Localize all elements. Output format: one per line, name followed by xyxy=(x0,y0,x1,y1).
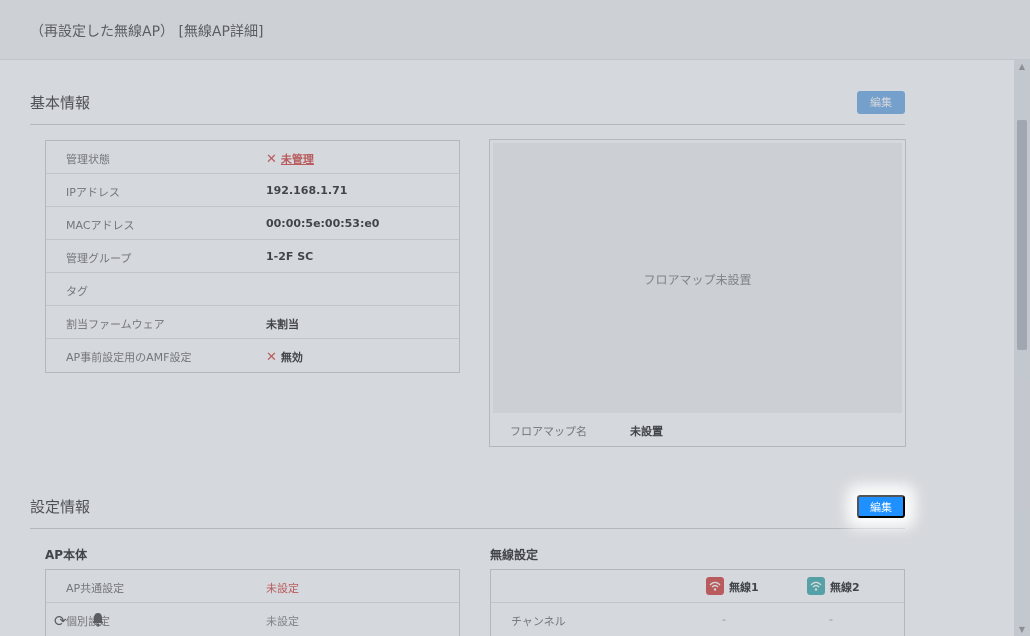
table-row: MACアドレス 00:00:5e:00:53:e0 xyxy=(46,207,459,240)
row-label: AP共通設定 xyxy=(66,582,125,595)
table-row: 管理グループ 1-2F SC xyxy=(46,240,459,273)
ap-body-title: AP本体 xyxy=(45,548,88,562)
wifi-icon xyxy=(807,577,825,595)
ip-address-value: 192.168.1.71 xyxy=(266,184,348,197)
management-group-value: 1-2F SC xyxy=(266,250,314,263)
table-row: AP共通設定 未設定 xyxy=(46,570,459,603)
ap-detail-page: （再設定した無線AP） [無線AP詳細] 基本情報 編集 管理状態 ✕ 未管理 I… xyxy=(0,0,1030,636)
settings-info-title: 設定情報 xyxy=(30,498,91,516)
x-mark-icon: ✕ xyxy=(266,152,277,167)
floormap-name-value: 未設置 xyxy=(630,425,663,438)
table-row: 管理状態 ✕ 未管理 xyxy=(46,141,459,174)
basic-info-table: 管理状態 ✕ 未管理 IPアドレス 192.168.1.71 MACアドレス 00… xyxy=(45,140,460,373)
section-divider xyxy=(30,124,905,125)
page-title: （再設定した無線AP） [無線AP詳細] xyxy=(30,24,264,40)
vertical-scrollbar[interactable]: ▲ ▼ xyxy=(1014,60,1030,636)
wifi-icon xyxy=(706,577,724,595)
table-row: AP事前設定用のAMF設定 ✕ 無効 xyxy=(46,339,459,372)
floormap-empty-text: フロアマップ未設置 xyxy=(643,273,752,287)
basic-info-edit-button[interactable]: 編集 xyxy=(857,91,905,114)
refresh-icon[interactable]: ⟳ xyxy=(54,612,67,630)
wireless-settings-title: 無線設定 xyxy=(490,548,539,562)
firmware-value: 未割当 xyxy=(266,318,299,331)
table-row: 割当ファームウェア 未割当 xyxy=(46,306,459,339)
floormap-panel: フロアマップ未設置 フロアマップ名 未設置 xyxy=(489,139,906,447)
ap-common-setting-value: 未設定 xyxy=(266,582,299,595)
scrollbar-thumb[interactable] xyxy=(1017,120,1027,350)
settings-info-edit-button[interactable]: 編集 xyxy=(857,495,905,518)
wireless-header-row: 無線1 無線2 xyxy=(491,570,904,603)
amf-setting-value: ✕ 無効 xyxy=(266,350,303,365)
floormap-name-label: フロアマップ名 xyxy=(510,425,587,438)
radio2-label: 無線2 xyxy=(830,581,860,594)
section-divider xyxy=(30,528,905,529)
radio1-label: 無線1 xyxy=(729,581,759,594)
x-mark-icon: ✕ xyxy=(266,350,277,365)
page-header: （再設定した無線AP） [無線AP詳細] xyxy=(0,0,1030,60)
table-row: タグ xyxy=(46,273,459,306)
scroll-down-icon[interactable]: ▼ xyxy=(1017,625,1027,634)
floormap-area: フロアマップ未設置 xyxy=(493,143,902,413)
row-label: AP事前設定用のAMF設定 xyxy=(66,351,192,364)
row-label: 割当ファームウェア xyxy=(66,318,165,331)
row-label: MACアドレス xyxy=(66,219,135,232)
mac-address-value: 00:00:5e:00:53:e0 xyxy=(266,217,380,230)
basic-info-title: 基本情報 xyxy=(30,94,91,112)
row-label: 管理状態 xyxy=(66,153,110,166)
table-row: IPアドレス 192.168.1.71 xyxy=(46,174,459,207)
management-status-value: ✕ 未管理 xyxy=(266,152,314,167)
row-label: 管理グループ xyxy=(66,252,132,265)
scroll-up-icon[interactable]: ▲ xyxy=(1017,62,1027,71)
row-label: タグ xyxy=(66,285,88,298)
bottom-toolbar: ⟳ xyxy=(0,604,1030,636)
row-label: IPアドレス xyxy=(66,186,120,199)
bell-icon[interactable] xyxy=(91,612,105,631)
